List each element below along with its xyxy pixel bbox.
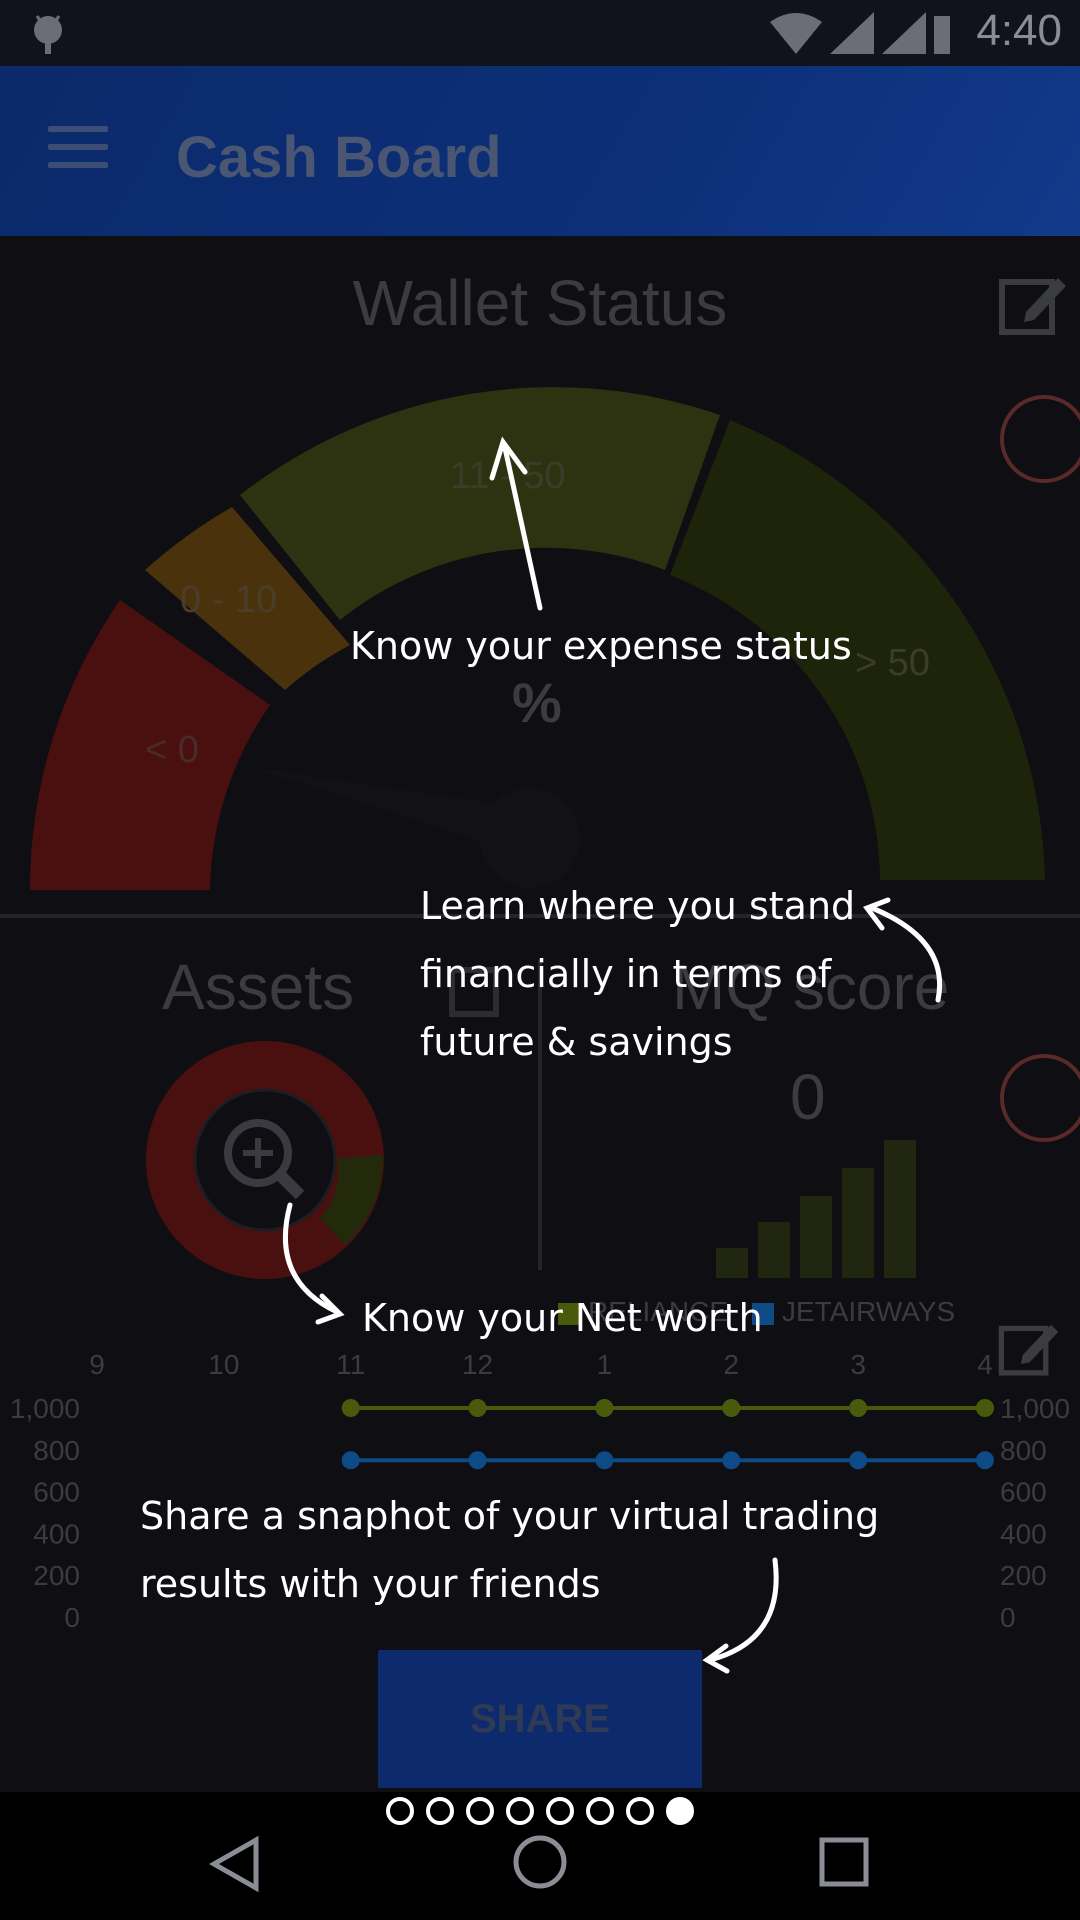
- page-dot[interactable]: [426, 1797, 454, 1825]
- recents-icon[interactable]: [816, 1834, 872, 1890]
- arrow-networth: [282, 1202, 340, 1315]
- page-indicator: [0, 1797, 1080, 1829]
- hint-stand-line-3: future & savings: [420, 1020, 733, 1064]
- hint-expense-status: Know your expense status: [350, 624, 852, 668]
- arrow-share: [707, 1557, 779, 1663]
- page-dot[interactable]: [586, 1797, 614, 1825]
- hint-share-line-2: results with your friends: [140, 1562, 601, 1606]
- page-dot[interactable]: [466, 1797, 494, 1825]
- page-dot[interactable]: [546, 1797, 574, 1825]
- page-dot[interactable]: [506, 1797, 534, 1825]
- page-dot[interactable]: [626, 1797, 654, 1825]
- hint-stand-line-1: Learn where you stand: [420, 884, 856, 928]
- back-icon[interactable]: [206, 1834, 266, 1894]
- arrow-stand: [869, 905, 942, 1003]
- hint-stand-line-2: financially in terms of: [420, 952, 832, 996]
- hint-share-line-1: Share a snaphot of your virtual trading: [140, 1494, 880, 1538]
- home-icon[interactable]: [510, 1832, 570, 1892]
- hint-net-worth: Know your Net worth: [362, 1296, 763, 1340]
- page-dot[interactable]: [666, 1797, 694, 1825]
- page-dot[interactable]: [386, 1797, 414, 1825]
